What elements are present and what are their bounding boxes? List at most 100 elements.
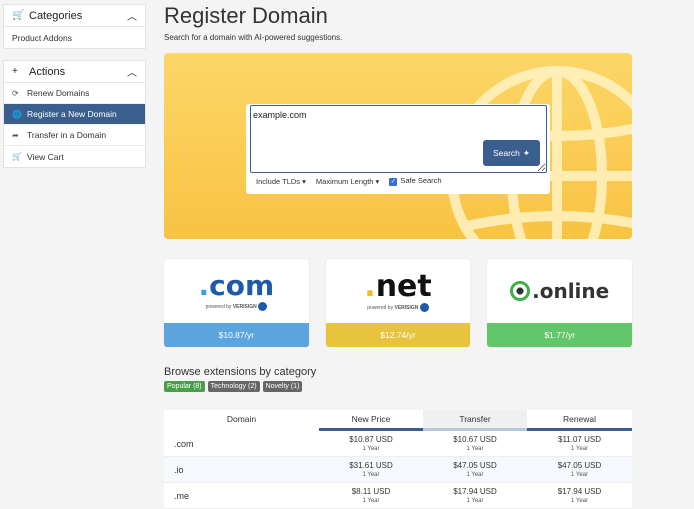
- tld-card-com[interactable]: .com powered by VERISIGN $10.87/yr: [164, 259, 309, 347]
- search-hero: example.com Search ✦ Include TLDs ▾ Maxi…: [164, 53, 632, 239]
- browse-title: Browse extensions by category: [164, 366, 317, 378]
- page-title: Register Domain: [164, 3, 328, 28]
- globe-icon: 🌐: [12, 109, 22, 119]
- transfer-cell: $47.05 USD 1 Year: [423, 457, 527, 482]
- badge-novelty[interactable]: Novelty (1): [262, 381, 303, 392]
- term: 1 Year: [570, 446, 589, 452]
- search-button[interactable]: Search ✦: [483, 140, 540, 166]
- tld-card-net[interactable]: .net powered by VERISIGN $12.74/yr: [325, 259, 471, 347]
- new-price-cell: $10.87 USD 1 Year: [319, 431, 423, 456]
- sidebar-item-view-cart[interactable]: 🛒 View Cart: [4, 146, 145, 167]
- term: 1 Year: [466, 446, 484, 452]
- caret-down-icon: ▾: [302, 176, 306, 186]
- tld-logo-net: .net powered by VERISIGN: [364, 268, 432, 312]
- domain-cell: .me: [174, 490, 190, 501]
- sidebar-item-product-addons[interactable]: Product Addons: [4, 27, 145, 48]
- price: $31.61 USD: [349, 461, 393, 470]
- sidebar-item-label: Product Addons: [12, 32, 73, 43]
- price: $17.94 USD: [453, 487, 497, 496]
- caret-down-icon: ▾: [375, 176, 380, 186]
- tld-price: $1.77/yr: [487, 323, 633, 347]
- column-header-renewal[interactable]: Renewal: [527, 410, 632, 428]
- tld-pricing-table: Domain New Price Transfer Renewal .com $…: [164, 410, 632, 509]
- main-content: Register Domain Search for a domain with…: [164, 0, 633, 509]
- verisign-icon: [258, 302, 268, 311]
- price: $10.67 USD: [453, 435, 497, 444]
- actions-panel: + Actions ︿ ⟳ Renew Domains 🌐 Register a…: [3, 60, 146, 168]
- term: 1 Year: [466, 498, 484, 504]
- online-logo-icon: [510, 281, 531, 301]
- renewal-cell: $17.94 USD 1 Year: [527, 483, 632, 508]
- price: $11.07 USD: [558, 435, 601, 444]
- sidebar-item-transfer-domain[interactable]: ➦ Transfer in a Domain: [4, 125, 145, 146]
- categories-header[interactable]: 🛒 Categories ︿: [4, 5, 145, 27]
- checkbox-checked-icon[interactable]: ✓: [389, 178, 398, 186]
- sidebar: 🛒 Categories ︿ Product Addons + Actions …: [3, 4, 146, 179]
- tld-name: com: [209, 269, 275, 302]
- refresh-icon: ⟳: [12, 88, 19, 98]
- price: $17.94 USD: [557, 487, 602, 496]
- tld-price: $12.74/yr: [325, 323, 471, 347]
- sparkle-icon: ✦: [522, 147, 531, 158]
- category-badges: Popular (8) Technology (2) Novelty (1): [164, 381, 632, 392]
- table-row[interactable]: .io $31.61 USD 1 Year $47.05 USD 1 Year $4…: [164, 457, 632, 483]
- column-header-domain[interactable]: Domain: [164, 410, 319, 428]
- share-icon: ➦: [12, 130, 19, 140]
- term: 1 Year: [570, 472, 589, 478]
- new-price-cell: $31.61 USD 1 Year: [319, 457, 423, 482]
- verisign-icon: [419, 302, 429, 312]
- sidebar-item-label: View Cart: [27, 151, 64, 162]
- sidebar-item-register-domain[interactable]: 🌐 Register a New Domain: [4, 104, 145, 125]
- max-length-dropdown[interactable]: Maximum Length ▾: [316, 177, 379, 186]
- table-row[interactable]: .me $8.11 USD 1 Year $17.94 USD 1 Year $17…: [164, 483, 632, 509]
- transfer-cell: $10.67 USD 1 Year: [423, 431, 527, 456]
- renewal-cell: $11.07 USD 1 Year: [527, 431, 632, 456]
- search-options: Include TLDs ▾ Maximum Length ▾ ✓ Safe Se…: [256, 176, 442, 186]
- column-header-new-price[interactable]: New Price: [319, 410, 423, 428]
- domain-search-box: example.com Search ✦ Include TLDs ▾ Maxi…: [246, 104, 550, 194]
- tld-price: $10.87/yr: [164, 323, 309, 347]
- safe-search-label: Safe Search: [400, 176, 442, 185]
- categories-title: Categories: [29, 9, 83, 22]
- cart-icon: 🛒: [12, 152, 22, 161]
- renewal-cell: $47.05 USD 1 Year: [527, 457, 632, 482]
- chevron-up-icon[interactable]: ︿: [127, 8, 137, 23]
- column-header-transfer[interactable]: Transfer: [423, 410, 527, 428]
- tld-logo-online: .online: [487, 259, 632, 323]
- tld-logo-com: .com powered by VERISIGN: [198, 269, 275, 311]
- sidebar-item-label: Renew Domains: [27, 88, 90, 98]
- chevron-up-icon[interactable]: ︿: [127, 64, 137, 79]
- search-button-label: Search: [492, 148, 520, 158]
- term: 1 Year: [466, 472, 484, 478]
- price: $8.11 USD: [351, 487, 391, 496]
- powered-by-label: powered by: [367, 304, 394, 311]
- sidebar-item-label: Register a New Domain: [27, 109, 117, 119]
- term: 1 Year: [570, 498, 589, 504]
- actions-header[interactable]: + Actions ︿: [4, 61, 145, 83]
- actions-title: Actions: [29, 65, 66, 78]
- max-length-label: Maximum Length: [315, 176, 374, 186]
- sidebar-item-label: Transfer in a Domain: [27, 130, 107, 140]
- plus-icon: +: [12, 66, 18, 77]
- sidebar-item-renew-domains[interactable]: ⟳ Renew Domains: [4, 83, 145, 104]
- badge-technology[interactable]: Technology (2): [207, 381, 260, 392]
- new-price-cell: $8.11 USD 1 Year: [319, 483, 423, 508]
- cart-icon: 🛒: [12, 10, 25, 21]
- domain-cell: .com: [174, 438, 194, 449]
- safe-search-toggle[interactable]: ✓ Safe Search: [389, 176, 442, 186]
- term: 1 Year: [362, 472, 380, 478]
- verisign-brand: VERISIGN: [232, 303, 257, 310]
- term: 1 Year: [362, 498, 380, 504]
- tld-card-online[interactable]: .online $1.77/yr: [487, 259, 633, 347]
- include-tlds-dropdown[interactable]: Include TLDs ▾: [256, 177, 306, 186]
- table-row[interactable]: .com $10.87 USD 1 Year $10.67 USD 1 Year $…: [164, 431, 632, 457]
- price: $47.05 USD: [453, 461, 497, 470]
- verisign-brand: VERISIGN: [394, 304, 419, 311]
- price: $10.87 USD: [349, 435, 393, 444]
- price: $47.05 USD: [557, 461, 602, 470]
- powered-by-label: powered by: [205, 303, 232, 310]
- featured-tlds: .com powered by VERISIGN $10.87/yr .net …: [164, 259, 633, 347]
- term: 1 Year: [362, 446, 380, 452]
- badge-popular[interactable]: Popular (8): [164, 381, 205, 392]
- domain-cell: .io: [174, 464, 184, 475]
